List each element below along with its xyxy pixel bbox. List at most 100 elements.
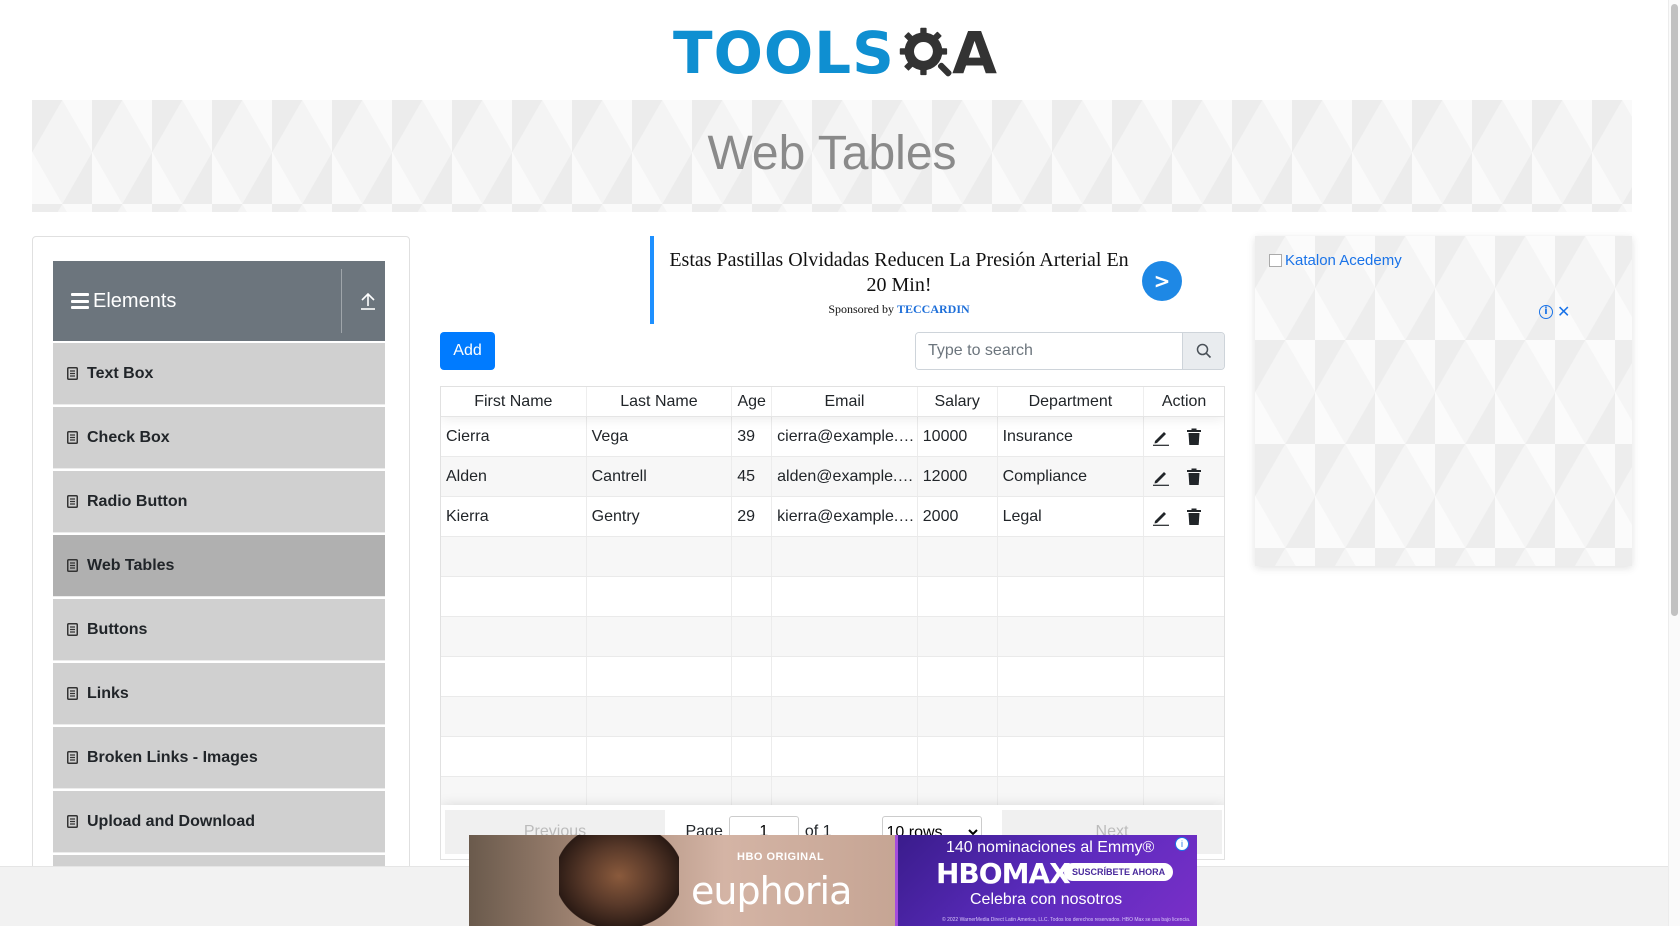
- ad-sponsor-name[interactable]: TECCARDIN: [897, 302, 970, 316]
- subscribe-button[interactable]: SUSCRÍBETE AHORA: [1064, 863, 1174, 881]
- cell-age: [732, 657, 773, 696]
- edit-icon[interactable]: [1152, 508, 1170, 526]
- sidebar-item-label: Text Box: [87, 364, 154, 382]
- ad-arrow-button[interactable]: >: [1142, 261, 1182, 301]
- left-panel: Elements Text Box Check Box Radio Button…: [32, 236, 410, 926]
- hamburger-icon: [71, 293, 89, 309]
- cell-department: Insurance: [998, 417, 1145, 456]
- sidebar-item-buttons[interactable]: Buttons: [53, 599, 385, 661]
- scrollbar-thumb[interactable]: [1671, 4, 1678, 616]
- sidebar-item-web-tables[interactable]: Web Tables: [53, 535, 385, 597]
- sidebar-item-label: Radio Button: [87, 492, 188, 510]
- cell-last-name: [587, 537, 733, 576]
- search-input[interactable]: [916, 333, 1182, 369]
- table-header: First Name Last Name Age Email Salary De…: [441, 387, 1224, 417]
- search-icon: [1196, 343, 1211, 359]
- hbomax-logo: HBOMAX: [936, 857, 1071, 890]
- column-header-salary[interactable]: Salary: [918, 387, 998, 416]
- sidebar-item-check-box[interactable]: Check Box: [53, 407, 385, 469]
- cell-action: [1144, 737, 1224, 776]
- cell-action: [1144, 617, 1224, 656]
- cell-department: [998, 697, 1145, 736]
- column-header-first-name[interactable]: First Name: [441, 387, 587, 416]
- cell-action: [1144, 697, 1224, 736]
- ad-choices: i ✕: [1539, 302, 1570, 321]
- cell-last-name: [587, 577, 733, 616]
- sidebar-item-label: Links: [87, 684, 129, 702]
- delete-icon[interactable]: [1186, 428, 1202, 446]
- cell-salary: 10000: [918, 417, 998, 456]
- collapse-up-icon[interactable]: [359, 291, 377, 311]
- elements-group-header[interactable]: Elements: [53, 261, 385, 341]
- column-header-age[interactable]: Age: [732, 387, 773, 416]
- cell-salary: [918, 537, 998, 576]
- sponsored-ad[interactable]: Estas Pastillas Olvidadas Reducen La Pre…: [650, 236, 1185, 324]
- cell-email: [772, 537, 918, 576]
- table-row-empty: [441, 697, 1224, 737]
- toolsqa-logo[interactable]: TOOLS A: [673, 16, 997, 90]
- ad-headline[interactable]: Estas Pastillas Olvidadas Reducen La Pre…: [664, 248, 1134, 298]
- document-icon: [67, 559, 78, 572]
- cell-action: [1144, 497, 1224, 536]
- sidebar-item-label: Check Box: [87, 428, 170, 446]
- katalon-ad-image[interactable]: Katalon Acedemy: [1269, 252, 1402, 269]
- logo-text-tools: TOOLS: [673, 19, 895, 87]
- cell-salary: [918, 657, 998, 696]
- cell-email: alden@example.com: [772, 457, 918, 496]
- ad-nominations: 140 nominaciones al Emmy®: [946, 839, 1155, 856]
- ad-info-icon[interactable]: i: [1539, 304, 1553, 319]
- cell-age: 29: [732, 497, 773, 536]
- document-icon: [67, 495, 78, 508]
- broken-image-icon: [1269, 254, 1282, 267]
- cell-age: 39: [732, 417, 773, 456]
- cell-salary: 12000: [918, 457, 998, 496]
- edit-icon[interactable]: [1152, 468, 1170, 486]
- sidebar-item-links[interactable]: Links: [53, 663, 385, 725]
- column-header-department[interactable]: Department: [998, 387, 1145, 416]
- delete-icon[interactable]: [1186, 508, 1202, 526]
- cell-salary: [918, 737, 998, 776]
- cell-salary: 2000: [918, 497, 998, 536]
- show-title: euphoria: [691, 869, 852, 913]
- sidebar-item-text-box[interactable]: Text Box: [53, 343, 385, 405]
- column-header-email[interactable]: Email: [772, 387, 918, 416]
- sidebar-item-broken-links[interactable]: Broken Links - Images: [53, 727, 385, 789]
- table-row-empty: [441, 657, 1224, 697]
- cell-age: [732, 737, 773, 776]
- cell-age: [732, 577, 773, 616]
- cell-department: [998, 537, 1145, 576]
- close-ad-icon[interactable]: ✕: [1557, 302, 1570, 321]
- sidebar-item-label: Broken Links - Images: [87, 748, 258, 766]
- cell-department: [998, 577, 1145, 616]
- elements-menu-list: Text Box Check Box Radio Button Web Tabl…: [53, 343, 385, 919]
- search-button[interactable]: [1182, 333, 1224, 369]
- sidebar-item-upload-download[interactable]: Upload and Download: [53, 791, 385, 853]
- document-icon: [67, 623, 78, 636]
- delete-icon[interactable]: [1186, 468, 1202, 486]
- ad-info-icon[interactable]: i: [1175, 837, 1189, 851]
- cell-first-name: Cierra: [441, 417, 587, 456]
- edit-icon[interactable]: [1152, 428, 1170, 446]
- cell-email: [772, 737, 918, 776]
- cell-department: Compliance: [998, 457, 1145, 496]
- cell-department: [998, 657, 1145, 696]
- cell-action: [1144, 537, 1224, 576]
- cell-last-name: [587, 617, 733, 656]
- cell-email: cierra@example.com: [772, 417, 918, 456]
- bottom-ad-banner[interactable]: HBO ORIGINAL euphoria 140 nominaciones a…: [469, 835, 1197, 926]
- cell-last-name: [587, 697, 733, 736]
- add-button[interactable]: Add: [440, 332, 495, 370]
- ad-fine-print: © 2022 WarnerMedia Direct Latin America,…: [942, 917, 1191, 923]
- cell-department: [998, 737, 1145, 776]
- cell-first-name: [441, 697, 587, 736]
- column-header-last-name[interactable]: Last Name: [587, 387, 733, 416]
- document-icon: [67, 815, 78, 828]
- right-ad-panel[interactable]: Katalon Acedemy i ✕: [1255, 236, 1632, 566]
- header-divider: [341, 269, 342, 333]
- cell-last-name: [587, 737, 733, 776]
- table-row: Cierra Vega 39 cierra@example.com 10000 Insur…: [441, 417, 1224, 457]
- web-table: First Name Last Name Age Email Salary De…: [440, 386, 1225, 860]
- page-scrollbar[interactable]: [1668, 0, 1680, 926]
- ad-image-alt-text: Katalon Acedemy: [1285, 252, 1402, 269]
- sidebar-item-radio-button[interactable]: Radio Button: [53, 471, 385, 533]
